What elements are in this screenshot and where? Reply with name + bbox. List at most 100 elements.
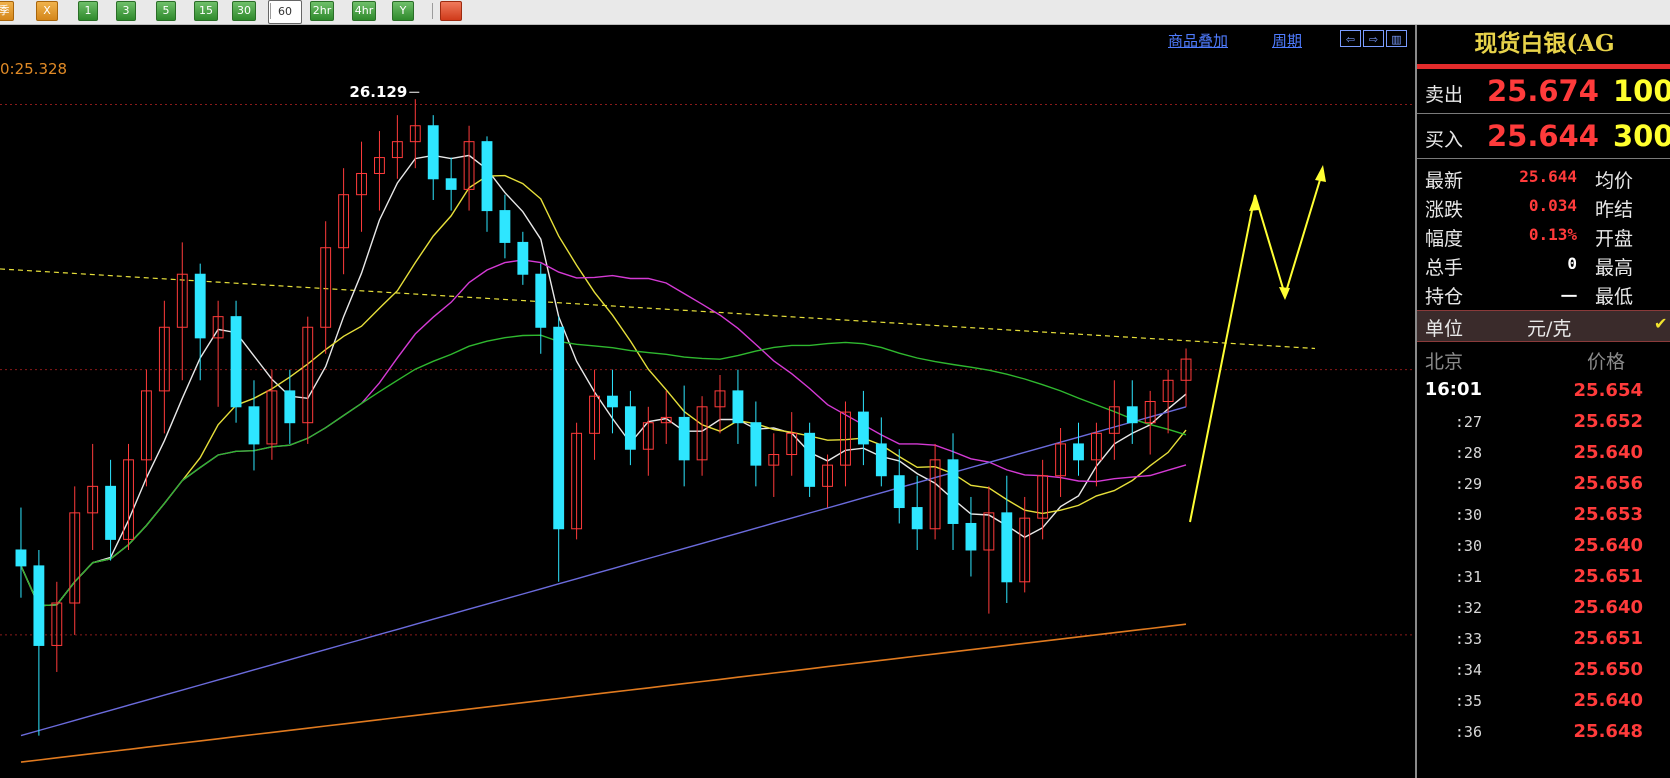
tick-time: :36 (1454, 723, 1482, 741)
stat-value: 0.13% (1528, 225, 1577, 244)
candle-body (624, 406, 636, 450)
sell-volume: 1000 (1613, 74, 1670, 108)
candle-body (248, 406, 260, 445)
stat-label-secondary: 均价 (1595, 170, 1634, 192)
check-icon[interactable]: ✔ (1654, 314, 1667, 333)
tick-time: :32 (1454, 599, 1482, 617)
panel-toggle-icon[interactable]: ▥ (1386, 30, 1407, 47)
period-button-1[interactable]: 1 (78, 1, 98, 21)
tick-price: 25.650 (1573, 659, 1643, 680)
candle-body (15, 549, 27, 567)
stat-value: 0 (1567, 254, 1577, 273)
period-button-X[interactable]: X (36, 1, 58, 21)
stat-label-secondary: 最高 (1595, 257, 1634, 279)
tick-row: 16:01 25.654 (1417, 375, 1670, 408)
candle-body (893, 475, 905, 509)
period-button-4hr[interactable]: 4hr (352, 1, 376, 21)
tick-price: 25.651 (1573, 628, 1643, 649)
tick-row: :36 25.648 (1417, 716, 1670, 749)
candle-body (535, 273, 547, 328)
tick-row: :33 25.651 (1417, 623, 1670, 656)
indicator-icon[interactable] (440, 1, 462, 21)
candle-body (427, 125, 439, 180)
tick-time-header: 北京 (1425, 351, 1464, 373)
stat-row: 最新 25.644 均价 (1417, 163, 1670, 192)
stat-label: 幅度 (1425, 228, 1464, 250)
period-button-3[interactable]: 3 (116, 1, 136, 21)
candle-body (445, 178, 457, 190)
toolbar-separator (432, 3, 433, 19)
stat-row: 涨跌 0.034 昨结 (1417, 192, 1670, 221)
tick-list-header: 北京 价格 (1417, 343, 1670, 375)
tick-price: 25.651 (1573, 566, 1643, 587)
stat-label-secondary: 开盘 (1595, 228, 1634, 250)
sell-price: 25.674 (1487, 74, 1599, 108)
tick-price-header: 价格 (1587, 351, 1626, 373)
tick-price: 25.648 (1573, 721, 1643, 742)
stat-label: 最新 (1425, 170, 1464, 192)
tick-row: :27 25.652 (1417, 406, 1670, 439)
tick-row: :30 25.640 (1417, 530, 1670, 563)
kline-chart-canvas: 26.129 (0, 83, 1415, 763)
divider (1417, 158, 1670, 159)
tick-price: 25.640 (1573, 442, 1643, 463)
quote-panel: 现货白银(AG 卖出 25.674 1000 买入 25.644 3000 最新… (1415, 25, 1670, 778)
candle-body (553, 326, 565, 530)
candle-body (911, 507, 923, 530)
period-link[interactable]: 周期 (1272, 30, 1302, 51)
stat-value: 25.644 (1519, 167, 1577, 186)
scroll-left-icon[interactable]: ⇦ (1340, 30, 1361, 47)
period-button-2hr[interactable]: 2hr (310, 1, 334, 21)
period-button-5[interactable]: 5 (156, 1, 176, 21)
tick-time: :35 (1454, 692, 1482, 710)
candle-body (607, 395, 618, 408)
projection-arrow-line (1189, 169, 1324, 523)
overlay-product-link[interactable]: 商品叠加 (1168, 30, 1228, 51)
buy-volume: 3000 (1613, 119, 1670, 153)
stat-value: 一 (1560, 287, 1577, 306)
crosshair-value: 0:25.328 (0, 60, 68, 78)
candle-body (804, 432, 816, 487)
ma-longest-line (20, 623, 1187, 763)
tick-row: :30 25.653 (1417, 499, 1670, 532)
buy-label: 买入 (1425, 129, 1464, 151)
stat-label-secondary: 昨结 (1595, 199, 1634, 221)
buy-row: 买入 25.644 3000 (1417, 117, 1670, 155)
candle-body (481, 141, 493, 212)
period-button-60[interactable]: 60 (268, 0, 302, 24)
projection-arrowhead (1279, 287, 1290, 300)
kline-chart[interactable]: 26.129 0:25.328 商品叠加 周期 ⇦ ⇨ ▥ (0, 25, 1415, 778)
period-button-Y[interactable]: Y (392, 1, 414, 21)
candle-body (857, 411, 869, 445)
sell-row: 卖出 25.674 1000 (1417, 72, 1670, 110)
period-button-季[interactable]: 季 (0, 1, 14, 21)
tick-time: :30 (1454, 506, 1482, 524)
candle-body (965, 522, 977, 551)
unit-label: 单位 (1425, 318, 1464, 340)
tick-time: :31 (1454, 568, 1482, 586)
divider (1417, 113, 1670, 114)
tick-time: :30 (1454, 537, 1482, 555)
tick-time: 16:01 (1424, 379, 1482, 400)
tick-row: :34 25.650 (1417, 654, 1670, 687)
candle-body (678, 416, 690, 461)
candle-body (1073, 443, 1084, 461)
candle-body (105, 485, 117, 540)
stat-value: 0.034 (1528, 196, 1577, 215)
scroll-right-icon[interactable]: ⇨ (1363, 30, 1384, 47)
projection-arrowhead (1315, 165, 1326, 182)
stat-label: 总手 (1425, 257, 1464, 279)
tick-price: 25.640 (1573, 597, 1643, 618)
chart-nav-controls: ⇦ ⇨ ▥ (1340, 30, 1407, 48)
candle-body (230, 316, 242, 408)
period-button-30[interactable]: 30 (232, 1, 256, 21)
candle-body (499, 210, 511, 243)
period-button-15[interactable]: 15 (194, 1, 218, 21)
candle-body (875, 443, 887, 477)
unit-row: 单位 元/克 ✔ (1417, 310, 1670, 342)
tick-price: 25.654 (1573, 380, 1643, 401)
tick-price: 25.653 (1573, 504, 1643, 525)
tick-row: :35 25.640 (1417, 685, 1670, 718)
candle-body (1001, 512, 1013, 583)
candle-body (517, 241, 529, 275)
